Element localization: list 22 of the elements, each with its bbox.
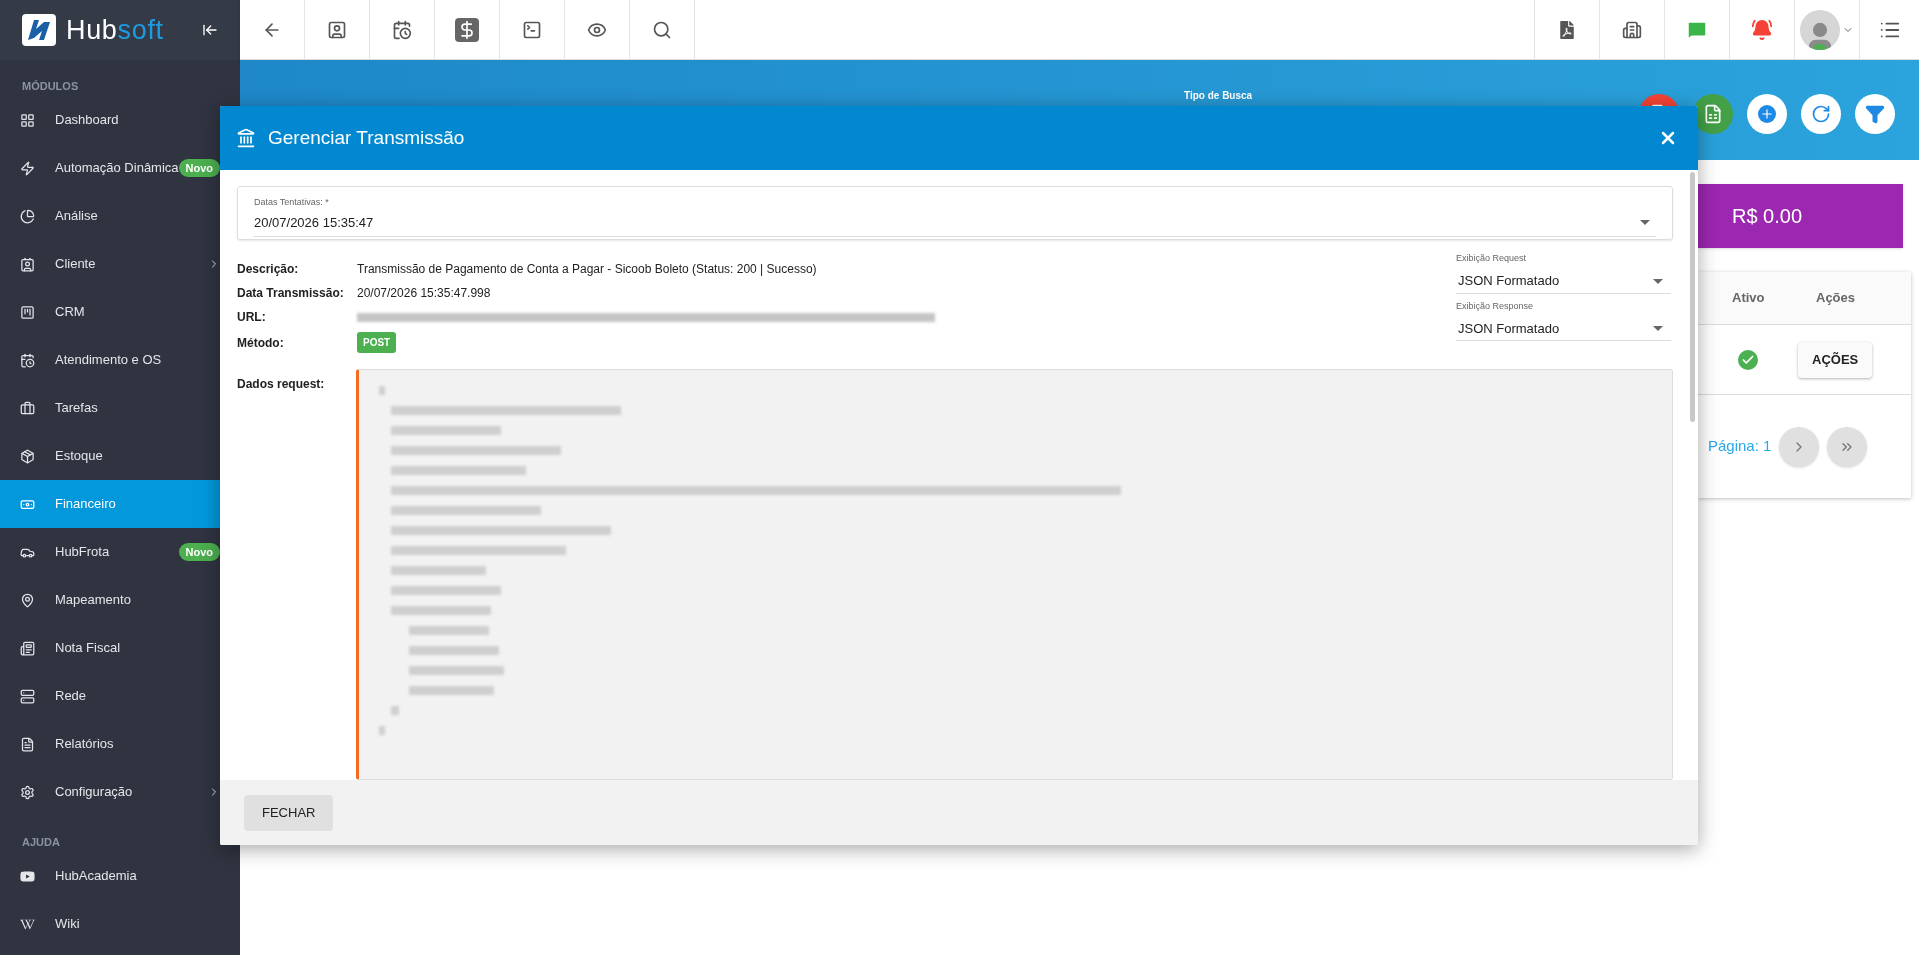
new-badge: Novo [178,158,221,178]
detail-label: URL: [237,309,267,326]
field-label: Exibição Request [1456,252,1528,265]
detail-value: 20/07/2026 15:35:47.998 [357,285,491,302]
column-header: Ações [1816,289,1856,308]
detail-label: Data Transmissão: [237,285,345,302]
detail-value: Transmissão de Pagamento de Conta a Pagar - Sicoob Boleto (Status: 200 | Sucesso) [357,261,817,278]
section-heading: MÓDULOS [21,79,80,94]
brand-name: Hubsoft [66,13,164,47]
dialog-title: Gerenciar Transmissão [268,125,465,150]
detail-label: Dados request: [237,376,326,393]
field-label: Tipo de Busca [1184,89,1253,103]
field-label: Datas Tentativas: * [254,196,330,209]
field-label: Exibição Response [1456,299,1535,313]
total-card: R$ 0.00 [1698,184,1903,248]
column-header: Ativo [1732,289,1766,308]
detail-label: Método: [237,334,285,352]
detail-label: Descrição: [237,261,300,278]
section-heading: AJUDA [21,835,61,850]
method-badge: POST [357,332,397,353]
new-badge: Novo [178,542,220,562]
page-indicator: Página: 1 [1708,436,1772,457]
